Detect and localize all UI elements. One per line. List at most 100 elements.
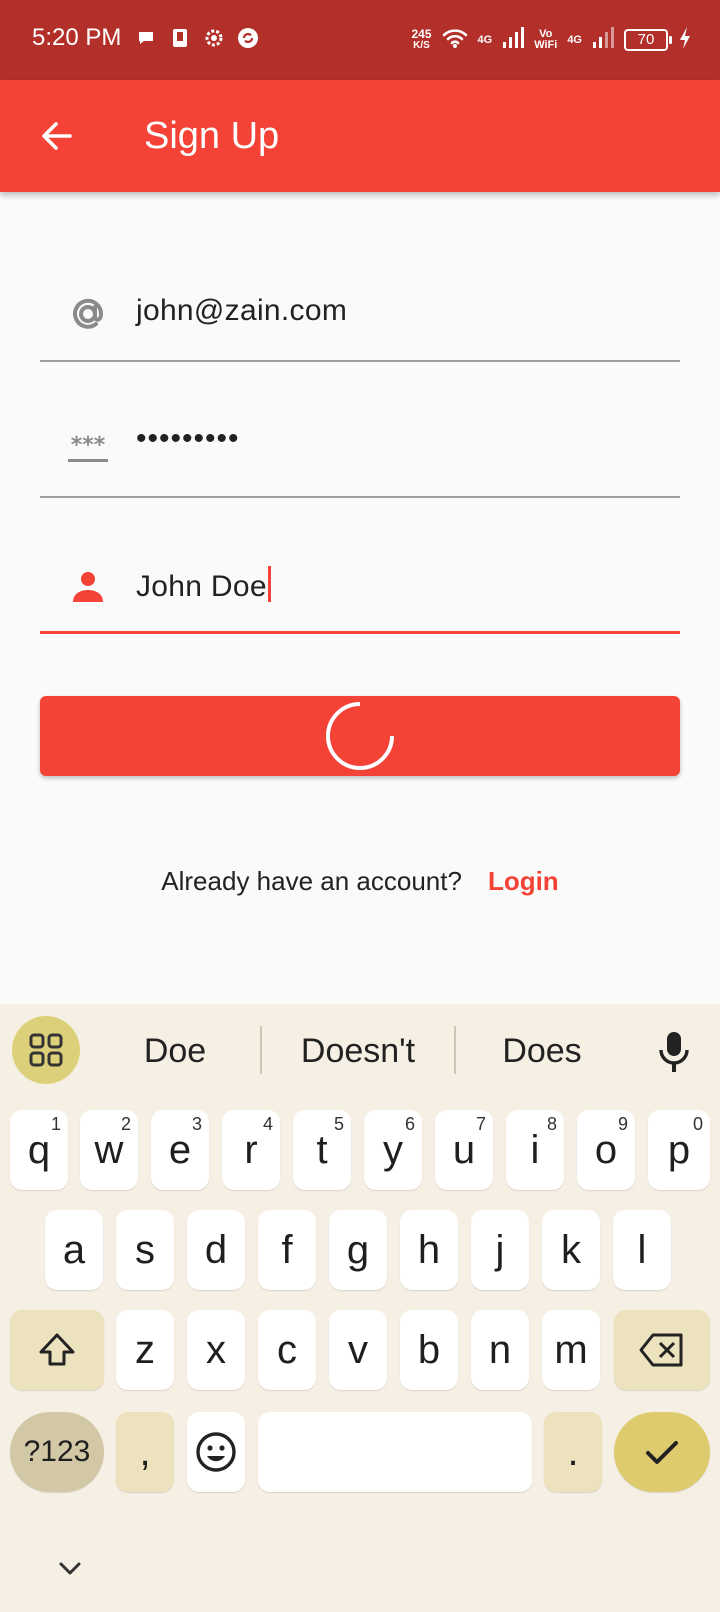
comma-key[interactable]: , <box>116 1412 174 1492</box>
text-caret <box>267 566 271 602</box>
key-p[interactable]: p0 <box>648 1110 710 1190</box>
period-key[interactable]: . <box>544 1412 602 1492</box>
chat-notification-icon <box>134 26 158 50</box>
key-c[interactable]: c <box>258 1310 316 1390</box>
key-h[interactable]: h <box>400 1210 458 1290</box>
key-w[interactable]: w2 <box>80 1110 138 1190</box>
key-label: p <box>667 1127 691 1172</box>
key-a[interactable]: a <box>45 1210 103 1290</box>
key-i[interactable]: i8 <box>506 1110 564 1190</box>
volte-line2: WiFi <box>534 39 558 51</box>
key-e[interactable]: e3 <box>151 1110 209 1190</box>
status-bar: 5:20 PM 245 K/S 4G Vo WiFi 4G 70 <box>0 0 720 80</box>
notification-icons <box>134 26 260 50</box>
key-q[interactable]: q1 <box>10 1110 68 1190</box>
keyboard-menu-button[interactable] <box>12 1016 80 1084</box>
key-label: w <box>94 1127 124 1172</box>
key-z[interactable]: z <box>116 1310 174 1390</box>
arrow-back-icon <box>42 122 72 150</box>
key-hint: 3 <box>191 1114 202 1134</box>
back-button[interactable] <box>30 110 82 162</box>
microphone-icon[interactable] <box>656 1030 692 1074</box>
key-label: t <box>316 1127 328 1172</box>
key-k[interactable]: k <box>542 1210 600 1290</box>
email-value: john@zain.com <box>136 294 348 327</box>
at-sign-icon <box>66 292 110 336</box>
sign-up-button[interactable] <box>40 696 680 776</box>
shift-key[interactable] <box>10 1310 104 1390</box>
key-hint: 5 <box>333 1114 344 1134</box>
key-label: y <box>383 1127 403 1172</box>
key-hint: 1 <box>50 1114 61 1134</box>
key-r[interactable]: r4 <box>222 1110 280 1190</box>
key-l[interactable]: l <box>613 1210 671 1290</box>
space-bar[interactable] <box>258 1412 532 1492</box>
key-f[interactable]: f <box>258 1210 316 1290</box>
apps-grid-icon <box>29 1033 63 1067</box>
suggestion-strip: Doe Doesn't Does <box>0 1004 720 1100</box>
suggestion-divider <box>454 1026 456 1074</box>
login-question: Already have an account? <box>161 866 462 896</box>
svg-text:***: *** <box>71 435 106 458</box>
key-label: q <box>27 1127 51 1172</box>
network-type-2: 4G <box>567 33 582 46</box>
network-speed-unit: K/S <box>413 40 430 51</box>
enter-key[interactable] <box>614 1412 710 1492</box>
suggestion-2[interactable]: Doesn't <box>278 1032 438 1071</box>
backspace-icon <box>639 1333 683 1367</box>
key-label: u <box>452 1127 476 1172</box>
battery-icon: 70 <box>624 29 672 51</box>
key-m[interactable]: m <box>542 1310 600 1390</box>
key-b[interactable]: b <box>400 1310 458 1390</box>
settings-notification-icon <box>202 26 226 50</box>
page-title: Sign Up <box>144 115 280 157</box>
key-hint: 8 <box>546 1114 557 1134</box>
key-n[interactable]: n <box>471 1310 529 1390</box>
name-field[interactable]: John Doe <box>40 534 680 634</box>
person-icon <box>66 564 110 608</box>
key-y[interactable]: y6 <box>364 1110 422 1190</box>
password-value: ••••••••• <box>136 422 240 455</box>
signal-icon-1 <box>502 26 525 55</box>
hide-keyboard-button[interactable] <box>54 1552 86 1584</box>
system-status-icons: 245 K/S 4G Vo WiFi 4G 70 <box>411 22 692 58</box>
key-g[interactable]: g <box>329 1210 387 1290</box>
network-type-1: 4G <box>477 33 493 46</box>
emoji-icon <box>196 1432 236 1472</box>
key-j[interactable]: j <box>471 1210 529 1290</box>
suggestion-3[interactable]: Does <box>472 1032 612 1071</box>
suggestion-divider <box>260 1026 262 1074</box>
symbols-key[interactable]: ?123 <box>10 1412 104 1492</box>
key-o[interactable]: o9 <box>577 1110 635 1190</box>
device-notification-icon <box>168 26 192 50</box>
key-s[interactable]: s <box>116 1210 174 1290</box>
password-icon: *** <box>66 428 110 472</box>
app-bar: Sign Up <box>0 80 720 192</box>
key-hint: 9 <box>617 1114 628 1134</box>
network-speed-value: 245 <box>411 27 432 41</box>
backspace-key[interactable] <box>614 1310 710 1390</box>
key-d[interactable]: d <box>187 1210 245 1290</box>
key-hint: 2 <box>120 1114 131 1134</box>
email-field[interactable]: john@zain.com <box>40 262 680 362</box>
key-hint: 4 <box>262 1114 273 1134</box>
key-label: r <box>244 1127 258 1172</box>
charging-icon <box>678 26 692 55</box>
suggestion-1[interactable]: Doe <box>110 1032 240 1071</box>
key-v[interactable]: v <box>329 1310 387 1390</box>
shift-icon <box>39 1333 75 1366</box>
wifi-icon <box>442 27 468 54</box>
status-time: 5:20 PM <box>32 24 122 51</box>
emoji-key[interactable] <box>187 1412 245 1492</box>
key-u[interactable]: u7 <box>435 1110 493 1190</box>
checkmark-icon <box>646 1441 678 1464</box>
password-field[interactable]: *** ••••••••• <box>40 398 680 498</box>
login-link[interactable]: Login <box>488 866 559 896</box>
key-label: o <box>594 1127 618 1172</box>
network-speed: 245 K/S <box>411 28 431 52</box>
key-t[interactable]: t5 <box>293 1110 351 1190</box>
key-x[interactable]: x <box>187 1310 245 1390</box>
login-prompt: Already have an account? Login <box>0 866 720 897</box>
key-hint: 7 <box>475 1114 486 1134</box>
volte-wifi-label: Vo WiFi <box>534 29 557 51</box>
